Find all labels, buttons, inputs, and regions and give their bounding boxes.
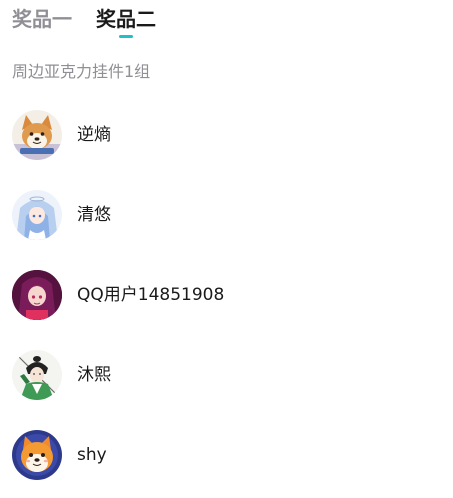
winner-list: 逆熵 清悠 QQ用户14851908 沐熙 shy <box>12 110 224 498</box>
prize-tabs: 奖品一 奖品二 <box>12 6 156 38</box>
winner-row: 逆熵 <box>12 110 224 160</box>
winner-name: QQ用户14851908 <box>77 285 225 305</box>
winner-row: 清悠 <box>12 190 224 240</box>
prize-description: 周边亚克力挂件1组 <box>12 62 151 81</box>
shiba-dog-avatar[interactable] <box>12 110 62 160</box>
winner-name: shy <box>77 445 107 465</box>
tab-prize-one[interactable]: 奖品一 <box>12 6 72 32</box>
tab-prize-two[interactable]: 奖品二 <box>96 6 156 38</box>
winner-name: 沐熙 <box>77 365 111 385</box>
winner-row: QQ用户14851908 <box>12 270 224 320</box>
shiba-dog-cartoon-avatar[interactable] <box>12 430 62 480</box>
ink-style-swordsman-avatar[interactable] <box>12 350 62 400</box>
active-tab-indicator <box>119 35 133 38</box>
tab-prize-two-label: 奖品二 <box>96 7 156 31</box>
winner-name: 清悠 <box>77 205 111 225</box>
prize-winners-panel: 奖品一 奖品二 周边亚克力挂件1组 逆熵 清悠 QQ用户14851908 沐熙 … <box>0 0 453 498</box>
anime-girl-blue-hair-avatar[interactable] <box>12 190 62 240</box>
winner-row: shy <box>12 430 224 480</box>
winner-row: 沐熙 <box>12 350 224 400</box>
winner-name: 逆熵 <box>77 125 111 145</box>
anime-girl-purple-hair-avatar[interactable] <box>12 270 62 320</box>
